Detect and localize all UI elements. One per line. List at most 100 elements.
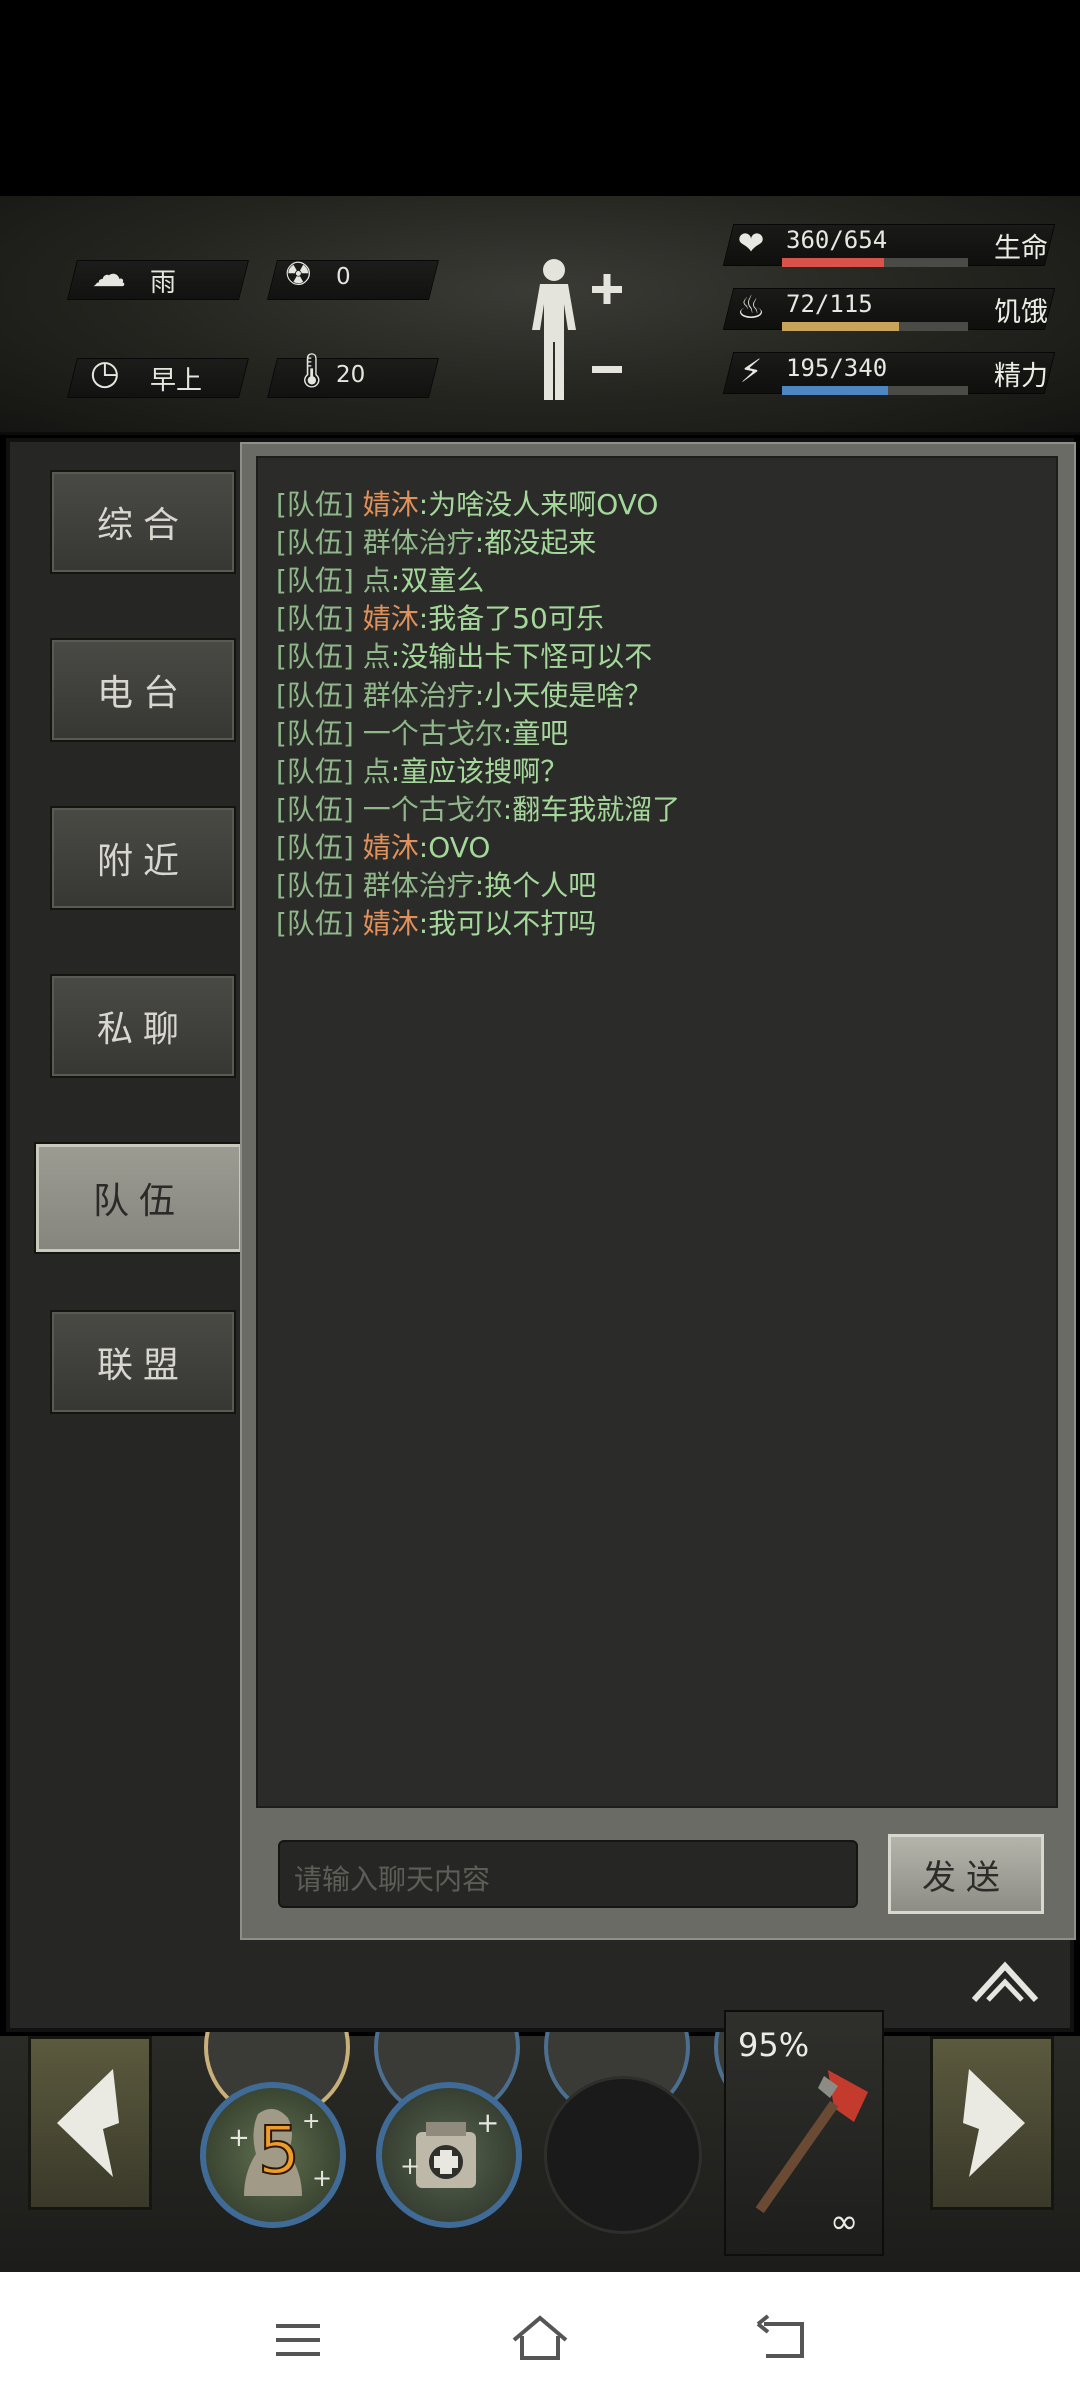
thermometer-icon: 🌡 <box>290 351 334 391</box>
message-text: :换个人吧 <box>474 869 597 902</box>
tab-radio[interactable]: 电台 <box>50 638 236 742</box>
message-sender[interactable]: 婧沐 <box>363 602 419 635</box>
message-channel: [队伍] <box>276 678 354 712</box>
message-channel: [队伍] <box>276 869 354 902</box>
message-sender[interactable]: 婧沐 <box>363 831 419 864</box>
message-text: :都没起来 <box>474 526 597 560</box>
time-of-day-text: 早上 <box>150 366 203 396</box>
message-channel: [队伍] <box>276 488 354 521</box>
fire-axe-icon <box>755 2070 868 2214</box>
health-bar-fill <box>782 258 885 267</box>
message-sender[interactable]: 一个古戈尔 <box>363 793 503 826</box>
message-text: :我可以不打吗 <box>418 907 597 941</box>
tab-alliance[interactable]: 联盟 <box>50 1310 236 1414</box>
collapse-chevron-icon[interactable] <box>970 1960 1040 2006</box>
action-bar <box>0 2036 1080 2272</box>
chat-message: [队伍] 群体治疗:都没起来 <box>276 524 596 562</box>
chat-message: [队伍] 群体治疗:换个人吧 <box>276 867 596 905</box>
message-text: :没输出卡下怪可以不 <box>390 640 653 674</box>
chat-message: [队伍] 点:童应该搜啊？ <box>276 753 568 791</box>
chat-message: [队伍] 婧沐:为啥没人来啊OVO <box>276 486 658 524</box>
radiation-value: 0 <box>336 264 351 290</box>
medkit-slot[interactable]: + + <box>376 2082 522 2228</box>
status-panel: ☁ 雨 ☢ 0 ◷ 早上 🌡 20 ❤ 360/654 生命 ♨ 72/115 … <box>0 196 1080 435</box>
health-value: 360/654 <box>786 226 888 254</box>
message-channel: [队伍] <box>276 526 354 560</box>
message-channel: [队伍] <box>276 602 354 636</box>
tab-general[interactable]: 综合 <box>50 470 236 574</box>
message-text: :双童么 <box>390 564 485 598</box>
message-channel: [队伍] <box>276 792 354 826</box>
message-channel: [队伍] <box>276 830 354 864</box>
svg-text:+: + <box>400 2152 420 2180</box>
rain-cloud-icon: ☁ <box>92 255 126 295</box>
chat-message: [队伍] 婧沐:我备了50可乐 <box>276 600 604 638</box>
message-sender[interactable]: 群体治疗 <box>363 679 475 712</box>
message-text: :童吧 <box>502 716 569 750</box>
svg-text:+: + <box>228 2123 250 2153</box>
next-page-button[interactable] <box>930 2036 1054 2210</box>
clock-icon: ◷ <box>90 353 120 393</box>
message-sender[interactable]: 婧沐 <box>363 907 419 940</box>
energy-bar-fill <box>782 386 889 395</box>
chat-message: [队伍] 点:没输出卡下怪可以不 <box>276 638 652 676</box>
chat-message: [队伍] 婧沐:我可以不打吗 <box>276 905 596 943</box>
health-label: 生命 <box>994 233 1048 264</box>
send-button[interactable]: 发送 <box>888 1834 1044 1914</box>
message-text: :OVO <box>418 830 491 864</box>
message-text: :我备了50可乐 <box>418 602 604 636</box>
message-text: :童应该搜啊？ <box>390 754 569 788</box>
hunger-label: 饥饿 <box>994 297 1048 328</box>
brain-icon: ⚡ <box>739 352 763 390</box>
hunger-bar-fill <box>782 322 900 331</box>
stomach-icon: ♨ <box>736 288 766 326</box>
message-sender[interactable]: 群体治疗 <box>363 526 475 559</box>
message-channel: [队伍] <box>276 640 354 674</box>
chat-message: [队伍] 群体治疗:小天使是啥？ <box>276 677 652 715</box>
svg-text:+: + <box>312 2164 332 2192</box>
svg-text:+: + <box>476 2106 499 2139</box>
system-nav-bar <box>0 2272 1080 2400</box>
energy-value: 195/340 <box>786 354 888 382</box>
energy-label: 精力 <box>994 361 1048 392</box>
weapon-card[interactable]: 95% ∞ <box>724 2010 884 2256</box>
medkit-icon: + + <box>400 2106 499 2188</box>
skill-count: 5 <box>257 2111 301 2190</box>
weapon-uses: ∞ <box>830 2202 859 2242</box>
character-body-icon[interactable] <box>520 254 624 404</box>
hunger-value: 72/115 <box>786 290 873 318</box>
message-sender[interactable]: 点 <box>363 564 391 597</box>
message-channel: [队伍] <box>276 907 354 941</box>
message-sender[interactable]: 点 <box>363 755 391 788</box>
chat-message: [队伍] 一个古戈尔:翻车我就溜了 <box>276 791 680 829</box>
chat-message: [队伍] 一个古戈尔:童吧 <box>276 715 568 753</box>
temperature-value: 20 <box>336 362 366 388</box>
chat-message: [队伍] 婧沐:OVO <box>276 829 490 867</box>
menu-icon[interactable] <box>274 2320 322 2360</box>
message-channel: [队伍] <box>276 754 354 788</box>
home-icon[interactable] <box>510 2312 570 2364</box>
message-text: :为啥没人来啊OVO <box>418 488 659 521</box>
weather-text: 雨 <box>150 268 177 298</box>
svg-text:+: + <box>302 2109 320 2134</box>
tab-nearby[interactable]: 附近 <box>50 806 236 910</box>
tab-private[interactable]: 私聊 <box>50 974 236 1078</box>
energy-bar <box>782 386 968 395</box>
hunger-bar <box>782 322 968 331</box>
message-sender[interactable]: 点 <box>363 640 391 673</box>
chat-message: [队伍] 点:双童么 <box>276 562 484 600</box>
right-arrow-icon <box>963 2069 1025 2177</box>
message-sender[interactable]: 一个古戈尔 <box>363 717 503 750</box>
chat-input[interactable]: 请输入聊天内容 <box>278 1840 858 1908</box>
message-channel: [队伍] <box>276 716 354 750</box>
message-text: :小天使是啥？ <box>474 678 653 712</box>
message-sender[interactable]: 婧沐 <box>363 488 419 521</box>
tab-team[interactable]: 队伍 <box>34 1142 244 1254</box>
health-bar <box>782 258 968 267</box>
empty-slot[interactable] <box>544 2076 702 2234</box>
message-channel: [队伍] <box>276 564 354 598</box>
heal-skill-slot[interactable]: + + + 5 <box>200 2082 346 2228</box>
back-icon[interactable] <box>756 2314 808 2362</box>
prev-page-button[interactable] <box>28 2036 152 2210</box>
message-sender[interactable]: 群体治疗 <box>363 869 475 902</box>
